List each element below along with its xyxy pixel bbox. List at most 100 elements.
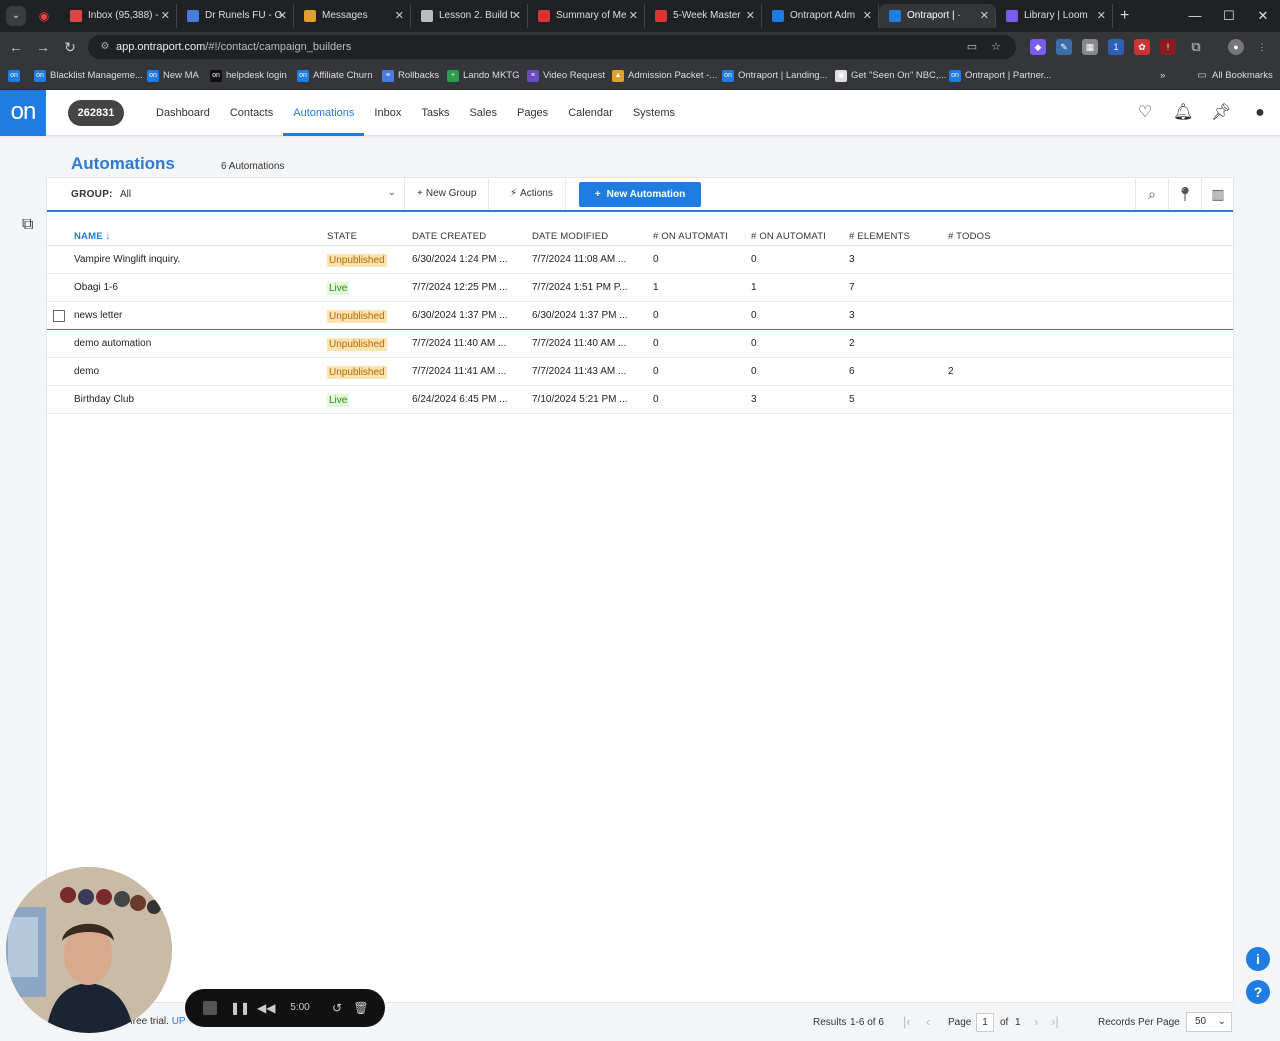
browser-tab[interactable]: Inbox (95,388) - ✕	[60, 4, 177, 28]
table-row[interactable]: demo automation Unpublished 7/7/2024 11:40…	[47, 330, 1233, 358]
extension-icon[interactable]: 1	[1108, 39, 1124, 55]
column-header[interactable]: # ON AUTOMATI	[653, 231, 728, 242]
extension-icon[interactable]: ◆	[1030, 39, 1046, 55]
bookmark-item[interactable]: on Blacklist Manageme...	[34, 68, 143, 84]
columns-icon[interactable]: ▥	[1201, 178, 1234, 210]
new-tab-icon[interactable]: +	[1120, 4, 1129, 28]
table-row[interactable]: Vampire Winglift inquiry. Unpublished 6/30…	[47, 246, 1233, 274]
trash-icon[interactable]: 🗑︎	[353, 1000, 369, 1016]
table-row[interactable]: Birthday Club Live 6/24/2024 6:45 PM ... 7/…	[47, 386, 1233, 414]
column-header[interactable]: # ON AUTOMATI	[751, 231, 826, 242]
next-page-icon[interactable]: ›	[1034, 1014, 1038, 1029]
cell-name[interactable]: Vampire Winglift inquiry.	[74, 254, 180, 265]
cell-name[interactable]: demo automation	[74, 338, 151, 349]
table-row[interactable]: Obagi 1-6 Live 7/7/2024 12:25 PM ... 7/7/20…	[47, 274, 1233, 302]
nav-item-sales[interactable]: Sales	[459, 90, 507, 136]
minimize-icon[interactable]: —	[1180, 4, 1210, 28]
group-select[interactable]: GROUP: All ⌄	[47, 178, 405, 210]
browser-tab[interactable]: Library | Loom ✕	[996, 4, 1113, 28]
browser-tab[interactable]: Lesson 2. Build t ✕	[411, 4, 528, 28]
nav-item-automations[interactable]: Automations	[283, 90, 365, 136]
cell-name[interactable]: news letter	[74, 310, 122, 321]
browser-tab[interactable]: 5-Week Master ✕	[645, 4, 762, 28]
profile-icon[interactable]: ●	[1228, 39, 1244, 55]
nav-item-contacts[interactable]: Contacts	[220, 90, 283, 136]
column-header[interactable]: NAME ↓	[74, 231, 111, 242]
nav-item-inbox[interactable]: Inbox	[364, 90, 411, 136]
column-header[interactable]: # TODOS	[948, 231, 991, 242]
restart-icon[interactable]: ↺	[329, 1000, 345, 1016]
column-header[interactable]: DATE MODIFIED	[532, 231, 608, 242]
bell-icon[interactable]: 🔔︎	[1173, 103, 1193, 123]
info-icon[interactable]: i	[1246, 947, 1270, 971]
close-tab-icon[interactable]: ✕	[161, 4, 170, 28]
nav-item-systems[interactable]: Systems	[623, 90, 685, 136]
last-page-icon[interactable]: ›|	[1051, 1014, 1059, 1029]
camera-icon[interactable]: ▭	[964, 39, 980, 55]
account-id-badge[interactable]: 262831	[68, 100, 124, 126]
browser-tab[interactable]: Ontraport Adm ✕	[762, 4, 879, 28]
bookmark-item[interactable]: ▣ Get "Seen On" NBC,...	[835, 68, 946, 84]
nav-item-dashboard[interactable]: Dashboard	[146, 90, 220, 136]
stop-icon[interactable]	[203, 1001, 217, 1015]
page-input[interactable]: 1	[976, 1013, 994, 1032]
actions-button[interactable]: ⚡︎ Actions	[498, 178, 566, 210]
prev-page-icon[interactable]: ‹	[926, 1014, 930, 1029]
browser-tab[interactable]: Dr Runels FU - G ✕	[177, 4, 294, 28]
bookmark-item[interactable]: on New MA	[147, 68, 199, 84]
back-icon[interactable]: ←	[6, 37, 26, 57]
more-bookmarks-icon[interactable]: »	[1160, 68, 1165, 84]
browser-tab[interactable]: Messages ✕	[294, 4, 411, 28]
close-window-icon[interactable]: ✕	[1248, 4, 1278, 28]
extension-icon[interactable]: ✎	[1056, 39, 1072, 55]
pin-icon[interactable]: 📍︎	[1168, 178, 1201, 210]
pause-icon[interactable]: ❚❚	[230, 1000, 250, 1016]
extension-icon[interactable]: !	[1160, 39, 1176, 55]
help-icon[interactable]: ?	[1246, 980, 1270, 1004]
new-automation-button[interactable]: + New Automation	[579, 182, 701, 207]
site-info-icon[interactable]: ⚙	[98, 40, 112, 54]
pin-icon[interactable]: 📌︎	[1211, 103, 1231, 123]
nav-item-pages[interactable]: Pages	[507, 90, 558, 136]
bookmark-item[interactable]: ▲ Admission Packet -...	[612, 68, 717, 84]
url-field[interactable]: ⚙ app.ontraport.com/#!/contact/campaign_…	[88, 35, 1016, 59]
cell-name[interactable]: Obagi 1-6	[74, 282, 118, 293]
bookmark-item[interactable]: on Ontraport | Partner...	[949, 68, 1051, 84]
cell-name[interactable]: demo	[74, 366, 99, 377]
puzzle-icon[interactable]: ⧉	[1188, 39, 1204, 55]
column-header[interactable]: DATE CREATED	[412, 231, 486, 242]
tab-search-icon[interactable]: ⌄	[6, 6, 26, 26]
extension-icon[interactable]: ▦	[1082, 39, 1098, 55]
new-group-button[interactable]: + New Group	[405, 178, 490, 210]
reload-icon[interactable]: ↻	[60, 37, 80, 57]
copy-icon[interactable]: ⧉	[22, 216, 40, 234]
search-icon[interactable]: ⌕	[1135, 178, 1168, 210]
close-tab-icon[interactable]: ✕	[980, 4, 989, 28]
forward-icon[interactable]: →	[33, 37, 53, 57]
column-header[interactable]: STATE	[327, 231, 357, 242]
bookmark-item[interactable]: ≡ Rollbacks	[382, 68, 439, 84]
nav-item-calendar[interactable]: Calendar	[558, 90, 623, 136]
close-tab-icon[interactable]: ✕	[395, 4, 404, 28]
rewind-icon[interactable]: ◀◀	[257, 1000, 275, 1016]
all-bookmarks-folder[interactable]: ▭ All Bookmarks	[1196, 68, 1272, 84]
close-tab-icon[interactable]: ✕	[512, 4, 521, 28]
bookmark-item[interactable]: on Ontraport | Landing...	[722, 68, 828, 84]
bookmark-item[interactable]: on helpdesk login	[210, 68, 287, 84]
close-tab-icon[interactable]: ✕	[1097, 4, 1106, 28]
ontraport-logo[interactable]: on	[0, 90, 46, 136]
maximize-icon[interactable]: ☐	[1214, 4, 1244, 28]
upgrade-link[interactable]: UP	[172, 1016, 186, 1027]
records-per-page-select[interactable]: 50 ⌄	[1186, 1012, 1232, 1032]
browser-tab[interactable]: Summary of Me ✕	[528, 4, 645, 28]
apps-icon[interactable]: on	[8, 68, 20, 84]
user-icon[interactable]: ●	[1250, 103, 1270, 123]
nav-item-tasks[interactable]: Tasks	[411, 90, 459, 136]
close-tab-icon[interactable]: ✕	[278, 4, 287, 28]
table-row[interactable]: demo Unpublished 7/7/2024 11:41 AM ... 7/7/…	[47, 358, 1233, 386]
recording-tab-icon[interactable]: ◉	[36, 8, 52, 24]
first-page-icon[interactable]: |‹	[903, 1014, 911, 1029]
browser-tab[interactable]: Ontraport | · ✕	[879, 4, 996, 28]
close-tab-icon[interactable]: ✕	[629, 4, 638, 28]
extension-icon[interactable]: ✿	[1134, 39, 1150, 55]
